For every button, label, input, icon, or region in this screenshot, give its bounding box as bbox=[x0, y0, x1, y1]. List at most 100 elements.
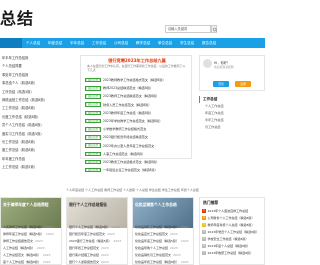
rank-badge: 1 bbox=[202, 209, 206, 213]
nav-item[interactable]: 工作总结 bbox=[88, 38, 110, 48]
nav-item[interactable]: 学生总结 bbox=[176, 38, 198, 48]
list-item[interactable]: 网络运营工作总结（精选8篇） bbox=[0, 96, 75, 104]
list-item[interactable]: 人工作总结范文（精选8篇） 2023 bbox=[3, 252, 61, 259]
list-item[interactable]: 化妆品销售月工作总结范文 2023 bbox=[135, 252, 193, 259]
list-item[interactable]: [ 总结范文 ] 教师2023总结精选范文（精选8篇） bbox=[85, 84, 191, 92]
list-item[interactable]: 化妆品年度工作总结（精选5篇） 2023 bbox=[135, 238, 193, 245]
category-link[interactable]: 年度工作总结 bbox=[199, 110, 265, 117]
list-item[interactable]: 事处年工作总结篇 bbox=[0, 71, 75, 79]
list-item[interactable]: 银行客户经理工作总结 2023 bbox=[69, 252, 127, 259]
section-title: 热门推荐 bbox=[203, 200, 219, 205]
category-tag: [ 总结范文 ] bbox=[85, 135, 101, 140]
list-item[interactable]: 度实习工作总结（精选5篇） bbox=[0, 130, 75, 138]
list-item[interactable]: [ 总结范文 ] 财务人员工作总结范文（精选8篇） bbox=[85, 101, 191, 109]
list-item[interactable]: 7 2023年教研工作总结（精选8篇） bbox=[202, 250, 265, 257]
list-item[interactable]: [ 总结范文 ] 人事工作总结范文（精选8篇） bbox=[85, 150, 191, 158]
card-list: 化妆品销售工作总结（精选8篇） 2023 化妆品店长工作总结范文 2023 化妆品年… bbox=[135, 224, 193, 264]
list-item[interactable]: [ 总结范文 ] 2023教师工作总结精选范文（精选8篇） bbox=[85, 92, 191, 100]
list-item[interactable]: [ 总结范文 ] 一年级班主任工作总结范文（精选8篇） bbox=[85, 166, 191, 174]
list-item[interactable]: 银行柜员年度工作总结范文 2023 bbox=[69, 231, 127, 238]
list-item[interactable]: 4 2023年党员个人工作总结（精选8篇） bbox=[202, 229, 265, 236]
section-title: 工作总结 bbox=[199, 96, 265, 103]
nav-item[interactable]: 年度总结 bbox=[44, 38, 66, 48]
list-item[interactable]: 银行个人工作总结（精选8篇） 2023 bbox=[69, 224, 127, 231]
list-item[interactable]: 长工作总结（精选8篇） bbox=[0, 138, 75, 146]
list-item[interactable]: 度个人工作总结（精选8篇） 2023 bbox=[3, 259, 61, 264]
quick-links-bar[interactable]: 个人年度总结 个人工作总结 教师工作总结 个人述职 个人总结 学生总结 学生工作… bbox=[0, 186, 265, 194]
nav-item[interactable]: 单位总结 bbox=[154, 38, 176, 48]
list-item[interactable]: 年半年工作总结篇 bbox=[0, 54, 75, 62]
category-tag: [ 总结范文 ] bbox=[85, 77, 101, 83]
list-item[interactable]: [ 总结范文 ] 2023教师年度工作总结（精选8篇） bbox=[85, 109, 191, 117]
list-item[interactable]: 事总结个人（精选8篇） bbox=[0, 79, 75, 87]
category-link[interactable]: 个人工作总结 bbox=[199, 103, 265, 110]
list-item[interactable]: 工工作总结（精选8篇） bbox=[0, 104, 75, 112]
list-item[interactable]: 2023银行工作总结（精选5篇） 2023 bbox=[69, 238, 127, 245]
nav-item[interactable]: 报告总结 bbox=[198, 38, 220, 48]
list-item[interactable]: 1 2023年个人廉洁自律工作总结 bbox=[202, 208, 265, 215]
featured-description: 本人在银行的工作中认真，在银行工作期间的工作总结，以后的工作做到了以下几点 bbox=[87, 64, 186, 72]
list-item[interactable]: [ 总结范文 ] 小学数学教师工作总结格式范文 bbox=[85, 125, 191, 133]
nav-item[interactable]: 公司总结 bbox=[110, 38, 132, 48]
list-item[interactable]: 化妆品销售工作总结（精选8篇） 2023 bbox=[135, 224, 193, 231]
login-button[interactable]: 登录 bbox=[213, 81, 229, 87]
site-logo[interactable]: 总结 bbox=[0, 10, 34, 28]
list-item[interactable]: 6 2023年度个人总结（精选8篇） bbox=[202, 243, 265, 250]
article-card: 化妆品销售个人工作总结 化妆品销售工作总结（精选8篇） 2023 化妆品店长工作总… bbox=[132, 197, 194, 265]
list-item[interactable]: 个人总结简要 bbox=[0, 62, 75, 70]
featured-list: [ 总结范文 ] 2023教师教学工作总结格式范文（精选6篇） [ 总结范文 ] 教… bbox=[85, 76, 191, 174]
hot-recommend-panel: 热门推荐 1 2023年个人廉洁自律工作总结 2 公司财务个人工作总结（精选8篇） … bbox=[199, 197, 265, 265]
list-item[interactable]: 化妆品导购个人工作总结 2023 bbox=[135, 245, 193, 252]
rank-badge: 7 bbox=[202, 251, 206, 255]
list-item[interactable]: 人工作总结（精选8篇） 2023 bbox=[3, 245, 61, 252]
list-item[interactable]: 3 教师年度考核个人总结（精选8篇） bbox=[202, 222, 265, 229]
nav-item[interactable]: 教学总结 bbox=[132, 38, 154, 48]
featured-panel: 银行竞聘2023年工作总结九篇 本人在银行的工作中认真，在银行工作期间的工作总结… bbox=[80, 55, 192, 173]
list-item[interactable]: [ 总结范文 ] 2023教师教学工作总结格式范文（精选6篇） bbox=[85, 76, 191, 84]
list-item[interactable]: 上工作总结（精选5篇） bbox=[0, 163, 75, 171]
list-item[interactable]: 2 公司财务个人工作总结（精选8篇） bbox=[202, 215, 265, 222]
category-link[interactable]: 月工作总结 bbox=[199, 124, 265, 131]
list-item[interactable]: 律师年度工作总结（精选5篇） 2023 bbox=[3, 231, 61, 238]
list-item[interactable]: [ 总结范文 ] 2023年办公室人员年度工作总结范文 bbox=[85, 142, 191, 150]
search-button[interactable] bbox=[211, 25, 217, 33]
list-item[interactable]: 银行个人述职报告范文 2023 bbox=[69, 259, 127, 264]
card-title[interactable]: 银行个人工作总结报告 bbox=[69, 202, 127, 208]
nav-item[interactable]: 个人总结 bbox=[22, 38, 44, 48]
list-item[interactable]: [ 总结范文 ] 2023教务工作总结格式范文（精选8篇） bbox=[85, 158, 191, 166]
card-title[interactable]: 关于律师年度个人总结简短 bbox=[3, 202, 61, 208]
category-tag: [ 总结范文 ] bbox=[85, 110, 101, 116]
nav-item[interactable]: 半年总结 bbox=[66, 38, 88, 48]
user-panel: Hi，你好！ 欢迎来到总结网 登录 注册 bbox=[199, 55, 265, 91]
category-tag: [ 总结范文 ] bbox=[85, 86, 101, 91]
category-tag: [ 总结范文 ] bbox=[85, 151, 101, 157]
list-item[interactable]: 银行年终工作总结范文 2023 bbox=[69, 245, 127, 252]
card-list: 人民律师工作总结（精选8篇） 2023 律师年度工作总结（精选5篇） 2023 律师… bbox=[3, 224, 61, 264]
list-item[interactable]: 度工作总结（精选8篇） bbox=[0, 146, 75, 154]
card-title[interactable]: 化妆品销售个人工作总结 bbox=[135, 202, 193, 208]
article-card: 银行个人工作总结报告 银行个人工作总结（精选8篇） 2023 银行柜员年度工作总结… bbox=[66, 197, 128, 265]
list-item[interactable]: 5 学校安全工作总结（精选8篇） bbox=[202, 236, 265, 243]
header: 总结 请输入关键词 bbox=[0, 0, 265, 36]
list-item[interactable]: 化妆品年终工作总结（精选8篇） 2023 bbox=[135, 259, 193, 264]
list-item[interactable]: 律师工作总结报告范文 2023 bbox=[3, 238, 61, 245]
list-item[interactable]: 人民律师工作总结（精选8篇） 2023 bbox=[3, 224, 61, 231]
category-tag: [ 总结范文 ] bbox=[85, 159, 101, 165]
nav-item-home[interactable] bbox=[0, 38, 22, 48]
main-nav: 个人总结 年度总结 半年总结 工作总结 公司总结 教学总结 单位总结 学生总结 … bbox=[0, 38, 265, 48]
category-tag: [ 总结范文 ] bbox=[85, 143, 101, 148]
list-item[interactable]: [ 总结范文 ] 2023银行柜员年终总结精选范文 bbox=[85, 133, 191, 141]
list-item[interactable]: 年年度工作总结 bbox=[0, 155, 75, 163]
avatar bbox=[203, 59, 212, 68]
article-card: 关于律师年度个人总结简短 人民律师工作总结（精选8篇） 2023 律师年度工作总结… bbox=[0, 197, 62, 265]
rank-badge: 2 bbox=[202, 216, 206, 220]
list-item[interactable]: 化妆品店长工作总结范文 2023 bbox=[135, 231, 193, 238]
category-link[interactable]: 半年工作总结 bbox=[199, 117, 265, 124]
list-item[interactable]: 长度工作总结（精选8篇） bbox=[0, 113, 75, 121]
list-item[interactable]: [ 总结范文 ] 2023年学校教学工作总结范文（精选8篇） bbox=[85, 117, 191, 125]
register-button[interactable]: 注册 bbox=[235, 81, 251, 87]
search-input[interactable]: 请输入关键词 bbox=[165, 25, 211, 33]
list-item[interactable]: 工作总结（精选5篇） bbox=[0, 88, 75, 96]
rank-badge: 5 bbox=[202, 237, 206, 241]
list-item[interactable]: 员个人工作总结（精选8篇） bbox=[0, 121, 75, 129]
